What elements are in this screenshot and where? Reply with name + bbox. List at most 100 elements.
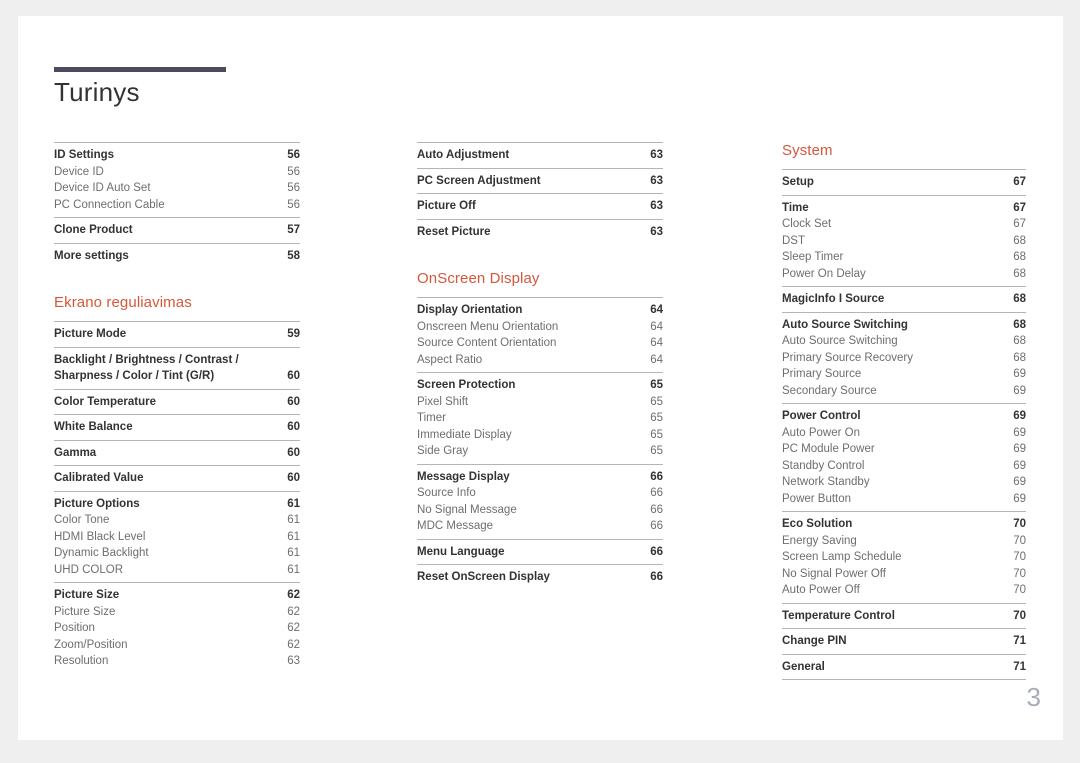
toc-entry-sub[interactable]: Screen Lamp Schedule 70 (782, 549, 1026, 566)
toc-entry-main[interactable]: MagicInfo I Source 68 (782, 291, 1026, 308)
toc-group: MagicInfo I Source 68 (782, 286, 1026, 312)
toc-entry-label: Picture Options (54, 497, 140, 510)
toc-entry-sub[interactable]: Power On Delay 68 (782, 266, 1026, 283)
toc-entry-sub[interactable]: Device ID Auto Set 56 (54, 180, 300, 197)
toc-entry-main[interactable]: Picture Options 61 (54, 496, 300, 513)
toc-entry-label: Backlight / Brightness / Contrast / Shar… (54, 353, 239, 383)
toc-entry-main[interactable]: Change PIN 71 (782, 633, 1026, 650)
toc-entry-sub[interactable]: Power Button 69 (782, 491, 1026, 508)
toc-entry-label: Energy Saving (782, 534, 857, 547)
toc-entry-sub[interactable]: UHD COLOR 61 (54, 562, 300, 579)
toc-entry-label: PC Screen Adjustment (417, 174, 541, 187)
toc-entry-label: Picture Size (54, 589, 120, 601)
toc-entry-label: Eco Solution (782, 518, 853, 530)
toc-entry-sub[interactable]: Color Tone 61 (54, 512, 300, 529)
toc-entry-sub[interactable]: MDC Message 66 (417, 518, 663, 535)
toc-entry-sub[interactable]: Auto Power Off 70 (782, 582, 1026, 599)
toc-entry-main[interactable]: Auto Adjustment 63 (417, 147, 663, 164)
toc-entry-sub[interactable]: Immediate Display 65 (417, 427, 663, 444)
toc-column-1: ID Settings 56 Device ID 56 Device ID Auto S… (54, 142, 300, 674)
toc-entry-label: Color Tone (54, 514, 110, 526)
toc-entry-main[interactable]: Picture Size 62 (54, 587, 300, 604)
toc-entry-label: White Balance (54, 421, 133, 433)
toc-entry-main[interactable]: Gamma 60 (54, 445, 300, 462)
toc-entry-label: Zoom/Position (54, 638, 128, 651)
toc-entry-sub[interactable]: Primary Source Recovery 68 (782, 350, 1026, 367)
toc-entry-sub[interactable]: Clock Set 67 (782, 216, 1026, 233)
page-number: 3 (1026, 682, 1041, 712)
toc-entry-page: 69 (1013, 410, 1026, 422)
toc-entry-main[interactable]: Eco Solution 70 (782, 516, 1026, 533)
toc-entry-sub[interactable]: Pixel Shift 65 (417, 394, 663, 411)
toc-entry-sub[interactable]: Auto Source Switching 68 (782, 333, 1026, 350)
toc-entry-main[interactable]: ID Settings 56 (54, 147, 300, 164)
toc-entry-page: 60 (287, 472, 300, 484)
toc-entry-main[interactable]: Time 67 (782, 200, 1026, 217)
toc-entry-sub[interactable]: No Signal Message 66 (417, 502, 663, 519)
toc-group: ID Settings 56 Device ID 56 Device ID Auto S… (54, 142, 300, 217)
toc-entry-main[interactable]: General 71 (782, 659, 1026, 676)
toc-entry-sub[interactable]: Device ID 56 (54, 164, 300, 181)
toc-entry-page: 61 (287, 563, 300, 576)
toc-entry-main[interactable]: Menu Language 66 (417, 544, 663, 561)
toc-entry-sub[interactable]: HDMI Black Level 61 (54, 529, 300, 546)
toc-entry-page: 70 (1013, 518, 1026, 530)
toc-entry-sub[interactable]: PC Connection Cable 56 (54, 197, 300, 214)
toc-entry-sub[interactable]: Side Gray 65 (417, 443, 663, 460)
toc-entry-label: Temperature Control (782, 609, 895, 622)
toc-group: Power Control 69 Auto Power On 69 PC Module … (782, 403, 1026, 511)
toc-entry-sub[interactable]: Zoom/Position 62 (54, 637, 300, 654)
toc-group: Setup 67 (782, 169, 1026, 195)
toc-entry-sub[interactable]: Timer 65 (417, 410, 663, 427)
toc-entry-sub[interactable]: DST 68 (782, 233, 1026, 250)
toc-entry-main[interactable]: Power Control 69 (782, 408, 1026, 425)
toc-entry-label: General (782, 660, 825, 673)
toc-entry-main[interactable]: Picture Mode 59 (54, 326, 300, 343)
toc-entry-main[interactable]: Auto Source Switching 68 (782, 317, 1026, 334)
toc-entry-sub[interactable]: Dynamic Backlight 61 (54, 545, 300, 562)
toc-entry-main[interactable]: Display Orientation 64 (417, 302, 663, 319)
toc-entry-page: 56 (287, 149, 300, 161)
toc-entry-sub[interactable]: Auto Power On 69 (782, 425, 1026, 442)
toc-entry-page: 62 (287, 622, 300, 634)
toc-entry-main[interactable]: Calibrated Value 60 (54, 470, 300, 487)
toc-entry-sub[interactable]: No Signal Power Off 70 (782, 566, 1026, 583)
toc-entry-sub[interactable]: Sleep Timer 68 (782, 249, 1026, 266)
toc-entry-main[interactable]: More settings 58 (54, 248, 300, 265)
toc-entry-main[interactable]: Screen Protection 65 (417, 377, 663, 394)
toc-entry-main[interactable]: Picture Off 63 (417, 198, 663, 215)
toc-entry-label: Power On Delay (782, 267, 866, 280)
toc-entry-main[interactable]: Reset Picture 63 (417, 224, 663, 241)
toc-entry-main[interactable]: Clone Product 57 (54, 222, 300, 239)
toc-entry-main[interactable]: Temperature Control 70 (782, 608, 1026, 625)
toc-entry-main[interactable]: Reset OnScreen Display 66 (417, 569, 663, 586)
toc-entry-sub[interactable]: Network Standby 69 (782, 474, 1026, 491)
toc-entry-sub[interactable]: Source Content Orientation 64 (417, 335, 663, 352)
heading-gap (54, 312, 300, 321)
toc-entry-sub[interactable]: Secondary Source 69 (782, 383, 1026, 400)
toc-entry-main[interactable]: White Balance 60 (54, 419, 300, 436)
toc-entry-sub[interactable]: Resolution 63 (54, 653, 300, 670)
toc-entry-main[interactable]: PC Screen Adjustment 63 (417, 173, 663, 190)
toc-entry-page: 56 (287, 198, 300, 211)
toc-entry-page: 58 (287, 249, 300, 262)
heading-gap (417, 288, 663, 297)
toc-entry-sub[interactable]: Standby Control 69 (782, 458, 1026, 475)
toc-entry-sub[interactable]: PC Module Power 69 (782, 441, 1026, 458)
section-heading: System (782, 142, 833, 159)
toc-entry-main[interactable]: Color Temperature 60 (54, 394, 300, 411)
toc-entry-page: 68 (1013, 351, 1026, 364)
toc-entry-label: Source Content Orientation (417, 337, 557, 349)
toc-entry-sub[interactable]: Aspect Ratio 64 (417, 352, 663, 369)
toc-entry-sub[interactable]: Source Info 66 (417, 485, 663, 502)
toc-entry-sub[interactable]: Onscreen Menu Orientation 64 (417, 319, 663, 336)
toc-entry-sub[interactable]: Primary Source 69 (782, 366, 1026, 383)
toc-entry-sub[interactable]: Picture Size 62 (54, 604, 300, 621)
toc-entry-main[interactable]: Backlight / Brightness / Contrast / Shar… (54, 352, 300, 385)
toc-entry-main[interactable]: Message Display 66 (417, 469, 663, 486)
toc-entry-sub[interactable]: Position 62 (54, 620, 300, 637)
toc-group: Gamma 60 (54, 439, 300, 466)
toc-entry-main[interactable]: Setup 67 (782, 174, 1026, 191)
toc-entry-page: 68 (1013, 293, 1026, 305)
toc-entry-sub[interactable]: Energy Saving 70 (782, 533, 1026, 550)
